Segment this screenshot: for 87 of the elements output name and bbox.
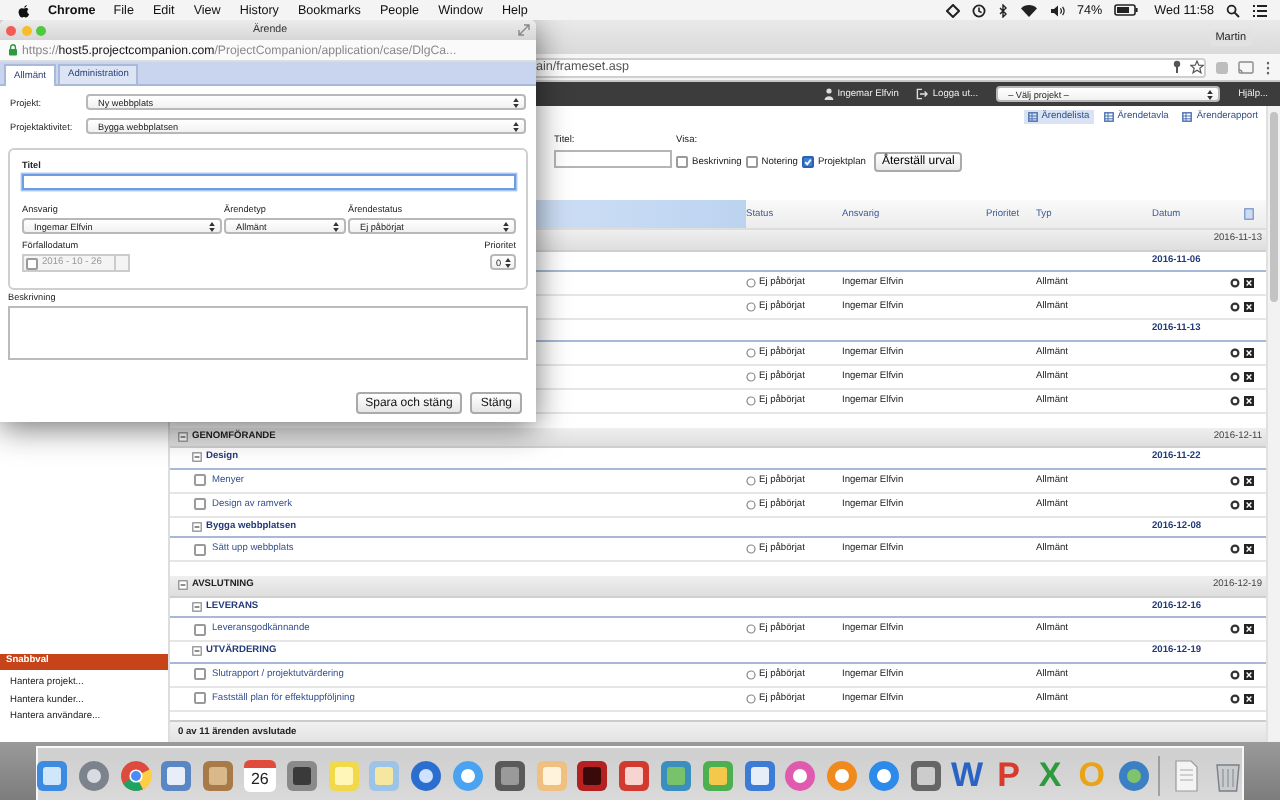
status-circle-icon <box>746 371 756 381</box>
status-circle-icon <box>746 475 756 485</box>
checkbox[interactable] <box>194 668 206 680</box>
delete-icon[interactable] <box>1244 278 1254 288</box>
lock-icon <box>8 44 18 56</box>
checkbox[interactable] <box>801 156 814 168</box>
calendar-day: 26 <box>250 770 269 788</box>
status-circle-icon <box>746 395 756 405</box>
delete-icon[interactable] <box>1244 302 1254 312</box>
expand-icon[interactable] <box>518 24 530 36</box>
updown-arrow-icon <box>512 119 520 133</box>
trash-icon[interactable] <box>1212 759 1245 791</box>
list-icon[interactable] <box>1252 3 1268 17</box>
sync-icon[interactable] <box>945 3 960 17</box>
checkbox[interactable] <box>194 543 206 555</box>
status-circle-icon <box>746 347 756 357</box>
delete-icon[interactable] <box>1244 347 1254 357</box>
checkbox[interactable] <box>745 156 758 168</box>
delete-icon[interactable] <box>1244 693 1254 703</box>
search-icon[interactable] <box>1226 3 1240 17</box>
delete-icon[interactable] <box>1244 475 1254 485</box>
person-icon <box>823 88 834 100</box>
collapse-icon[interactable] <box>178 431 188 442</box>
bluetooth-icon[interactable] <box>997 3 1008 17</box>
settings-icon[interactable] <box>1230 395 1240 405</box>
settings-icon[interactable] <box>1230 278 1240 288</box>
status-circle-icon <box>746 499 756 509</box>
delete-icon[interactable] <box>1244 624 1254 634</box>
settings-icon[interactable] <box>1230 693 1240 703</box>
status-circle-icon <box>746 624 756 634</box>
delete-icon[interactable] <box>1244 395 1254 405</box>
clock-icon[interactable] <box>971 3 986 17</box>
updown-arrow-icon <box>1206 87 1215 101</box>
settings-icon[interactable] <box>1230 499 1240 509</box>
menu-icon[interactable] <box>1262 59 1274 75</box>
status-circle-icon <box>746 278 756 288</box>
settings-icon[interactable] <box>1230 475 1240 485</box>
delete-icon[interactable] <box>1244 669 1254 679</box>
checkbox[interactable] <box>676 156 688 168</box>
logout-icon <box>916 88 929 100</box>
settings-icon[interactable] <box>1230 302 1240 312</box>
delete-icon[interactable] <box>1244 544 1254 554</box>
title-input[interactable] <box>22 174 516 190</box>
updown-arrow-icon <box>332 219 340 233</box>
checkbox[interactable] <box>194 498 206 510</box>
apple-icon[interactable] <box>18 3 30 17</box>
updown-arrow-icon <box>502 219 510 233</box>
cast-icon[interactable] <box>1238 59 1254 75</box>
checkbox[interactable] <box>194 692 206 704</box>
title-input[interactable] <box>554 150 672 168</box>
description-field[interactable] <box>8 306 528 360</box>
status-circle-icon <box>746 544 756 554</box>
table-icon <box>1103 111 1114 121</box>
browser-icon[interactable] <box>119 759 152 791</box>
table-icon <box>1027 111 1038 121</box>
settings-icon[interactable] <box>1230 669 1240 679</box>
collapse-icon[interactable] <box>192 601 202 612</box>
star-icon[interactable] <box>1190 60 1204 74</box>
calendar-icon[interactable]: 26 <box>243 759 276 791</box>
key-icon[interactable] <box>1172 60 1182 74</box>
delete-icon[interactable] <box>1244 371 1254 381</box>
wifi-icon[interactable] <box>1019 3 1038 17</box>
updown-arrow-icon <box>512 95 520 109</box>
collapse-icon[interactable] <box>192 646 202 657</box>
volume-icon[interactable] <box>1049 3 1066 17</box>
status-circle-icon <box>746 669 756 679</box>
updown-arrow-icon <box>208 219 216 233</box>
settings-icon[interactable] <box>1230 371 1240 381</box>
collapse-icon[interactable] <box>192 521 202 532</box>
close-icon[interactable] <box>6 25 16 35</box>
status-circle-icon <box>746 302 756 312</box>
settings-icon[interactable] <box>1230 544 1240 554</box>
table-icon <box>1182 111 1193 121</box>
settings-icon[interactable] <box>1230 347 1240 357</box>
updown-arrow-icon <box>504 255 512 269</box>
collapse-icon[interactable] <box>192 452 202 463</box>
checkbox[interactable] <box>194 474 206 486</box>
delete-icon[interactable] <box>1244 499 1254 509</box>
collapse-icon[interactable] <box>178 580 188 591</box>
status-circle-icon <box>746 693 756 703</box>
checkbox[interactable] <box>194 623 206 635</box>
letter-logo[interactable]: W <box>950 759 983 791</box>
settings-icon[interactable] <box>1230 624 1240 634</box>
scrollbar[interactable] <box>1266 106 1280 742</box>
battery-icon[interactable] <box>1114 4 1139 16</box>
export-icon[interactable] <box>1244 208 1254 220</box>
document-icon[interactable] <box>1170 759 1203 791</box>
